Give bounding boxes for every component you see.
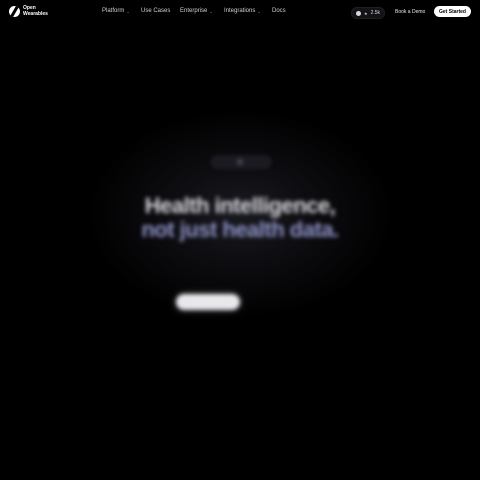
hero-headline-line1: Health intelligence, [144, 193, 336, 218]
book-demo-link[interactable]: Book a Demo [395, 9, 425, 15]
nav-integrations[interactable]: Integrations ⌄ [224, 8, 261, 14]
chevron-down-icon: ⌄ [209, 8, 213, 14]
nav-use-cases[interactable]: Use Cases [141, 8, 170, 14]
hero-badge[interactable] [211, 156, 271, 168]
nav-docs[interactable]: Docs [272, 8, 286, 14]
nav-use-cases-label: Use Cases [141, 8, 171, 14]
background-glow [0, 24, 480, 480]
hero-secondary-cta[interactable] [252, 294, 298, 310]
nav-platform-label: Platform [102, 8, 125, 14]
brand-name: Open Wearables [23, 5, 48, 17]
brand-name-line2: Wearables [23, 10, 48, 17]
partner-logos-row [0, 450, 480, 460]
partners-strip [0, 428, 480, 480]
badge-icon [236, 159, 243, 165]
brand-logo[interactable]: Open Wearables [9, 5, 48, 17]
chevron-down-icon: ⌄ [257, 8, 261, 14]
github-icon [355, 10, 361, 16]
star-icon: ★ [363, 10, 368, 16]
nav-enterprise-label: Enterprise [180, 8, 208, 14]
github-stars-count: 2.5k [370, 10, 381, 16]
chevron-down-icon: ⌄ [126, 8, 130, 14]
github-stars-button[interactable]: ★ 2.5k [351, 7, 385, 19]
brand-logo-icon [9, 6, 20, 17]
nav-integrations-label: Integrations [224, 8, 256, 14]
hero-headline-line2: not just health data. [141, 217, 339, 242]
nav-docs-label: Docs [272, 8, 286, 14]
get-started-button[interactable]: Get Started [434, 6, 471, 17]
top-nav: Open Wearables Platform ⌄ Use Cases Ente… [0, 0, 480, 24]
nav-enterprise[interactable]: Enterprise ⌄ [180, 8, 213, 14]
nav-platform[interactable]: Platform ⌄ [102, 8, 130, 14]
hero-primary-cta[interactable] [176, 294, 240, 310]
